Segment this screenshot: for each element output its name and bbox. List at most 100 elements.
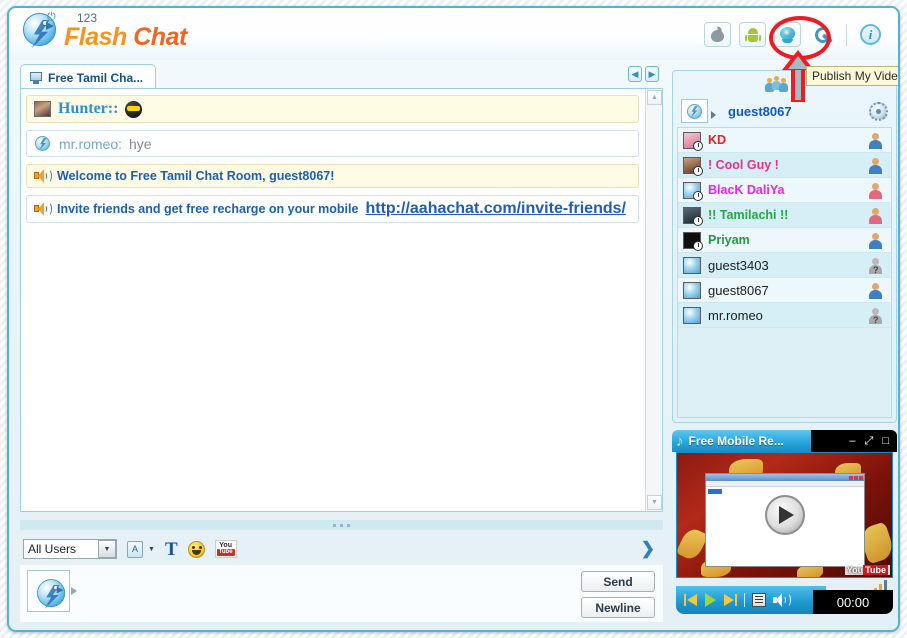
message-text: Invite friends and get free recharge on … [57,202,359,216]
gender-icon [867,132,884,149]
android-app-button[interactable] [739,22,766,47]
chevron-down-icon[interactable]: ▼ [148,546,155,553]
user-name: ! Cool Guy ! [708,158,779,172]
scroll-up-button[interactable]: ▲ [647,90,662,105]
playlist-button[interactable] [752,593,766,607]
android-icon [744,27,761,42]
send-button[interactable]: Send [581,571,655,592]
recipient-select[interactable]: All Users ▼ [23,539,117,559]
newline-button[interactable]: Newline [581,597,655,618]
user-avatar [683,281,701,299]
chat-message-area: Hunter:: mr.romeo: hye Welcome to Free T… [20,88,663,512]
chat-message: mr.romeo: hye [26,130,639,157]
brand-name: Flash Chat [64,24,187,50]
controls-divider [744,593,745,607]
user-list-item[interactable]: Priyam [678,228,891,253]
invite-friends-link[interactable]: http://aahachat.com/invite-friends/ [365,200,625,218]
user-list-item[interactable]: !! Tamilachi !! [678,203,891,228]
cool-sunglasses-emoji-icon [125,100,143,118]
youtube-you-label: You [846,565,864,575]
youtube-watermark: You Tube [844,565,890,575]
current-user-menu-caret-icon[interactable] [711,111,716,119]
settings-button[interactable] [809,22,836,47]
brand-chat: Chat [133,23,187,51]
user-list-item[interactable]: guest8067 [678,278,891,303]
gender-icon [867,207,884,224]
bird-avatar-icon [35,577,65,609]
tab-scroll-left-button[interactable]: ◀ [628,66,642,82]
bird-logo-icon: ⏻ [21,11,61,51]
my-avatar-button[interactable] [27,570,70,612]
chat-message-system: Welcome to Free Tamil Chat Room, guest80… [26,164,639,188]
user-avatar [683,206,703,226]
message-sender: Hunter:: [58,100,119,117]
wrench-icon [814,26,832,44]
user-name: KD [708,133,727,147]
previous-track-button[interactable] [684,594,698,606]
panel-resize-handle[interactable] [20,520,663,530]
user-list-item[interactable]: mr.romeo [678,303,891,328]
user-avatar [683,231,703,251]
chat-scrollbar[interactable]: ▲ ▼ [645,89,662,511]
flash-chat-window: ⏻ 123 Flash Chat i Free Tamil Cha... ◀ ▶… [7,6,900,632]
chat-tab-strip: Free Tamil Cha... ◀ ▶ [20,64,663,88]
user-list-item[interactable]: BlacK DaliYa [678,178,891,203]
player-video-screen[interactable]: You Tube [676,452,893,578]
user-avatar [683,256,701,274]
user-list-item[interactable]: guest3403 [678,253,891,278]
apple-app-button[interactable] [704,22,731,47]
clock-badge-icon [693,240,703,251]
youtube-tube-label: Tube [863,565,888,575]
play-button[interactable] [764,495,805,535]
message-text: hye [129,135,152,152]
gender-icon [867,307,884,325]
restore-icon[interactable]: □ [882,435,889,447]
emoticon-button[interactable] [187,540,205,558]
user-name: guest3403 [708,257,769,273]
speaker-icon [34,202,52,216]
apple-icon [711,27,724,42]
player-controls: 00:00 [672,580,897,618]
signal-waves-icon: ⏻ [47,11,56,23]
youtube-you-label: You [219,542,232,549]
room-icon [29,72,43,84]
recipient-value: All Users [28,542,77,556]
text-format-button[interactable]: T [165,540,178,559]
gear-icon[interactable] [869,101,888,121]
current-user-avatar[interactable] [681,99,708,123]
user-list-item[interactable]: ! Cool Guy ! [678,153,891,178]
user-list-panel: 8 guest8067 KD ! Cool Guy ! BlacK DaliYa!!… [672,70,897,423]
publish-video-button[interactable] [774,22,801,47]
tab-free-tamil-chat[interactable]: Free Tamil Cha... [20,64,157,88]
scroll-down-button[interactable]: ▼ [647,495,662,510]
message-list: Hunter:: mr.romeo: hye Welcome to Free T… [21,89,644,230]
expand-toolbar-button[interactable]: ❯ [641,539,655,559]
app-logo: ⏻ 123 Flash Chat [21,11,187,51]
gender-icon [867,282,884,299]
player-transport-controls [676,586,826,614]
avatar [34,101,51,117]
playback-time: 00:00 [836,594,870,610]
player-time-display: 00:00 [813,590,893,614]
tab-scroll-right-button[interactable]: ▶ [645,66,659,82]
compose-area: Send Newline [20,565,663,622]
play-pause-button[interactable] [705,593,716,607]
chat-message-system: Invite friends and get free recharge on … [26,195,639,223]
volume-button[interactable] [773,593,791,607]
fullscreen-icon[interactable]: ⤢ [865,435,874,447]
avatar-menu-caret-icon[interactable] [71,587,77,595]
user-list-item[interactable]: KD [678,128,891,153]
youtube-share-button[interactable]: You Tube [214,540,237,558]
info-button[interactable]: i [857,22,884,47]
minimize-icon[interactable]: – [849,435,855,447]
user-rows[interactable]: KD ! Cool Guy ! BlacK DaliYa !! Tamilachi !… [677,127,892,418]
tab-nav: ◀ ▶ [628,66,659,82]
user-name: !! Tamilachi !! [708,208,789,222]
next-track-button[interactable] [723,594,737,606]
chat-message: Hunter:: [26,95,639,123]
font-color-button[interactable]: A [127,540,143,558]
user-avatar [683,181,703,201]
gender-icon [867,232,884,249]
message-text: Welcome to Free Tamil Chat Room, guest80… [57,169,335,183]
clock-badge-icon [693,190,703,201]
